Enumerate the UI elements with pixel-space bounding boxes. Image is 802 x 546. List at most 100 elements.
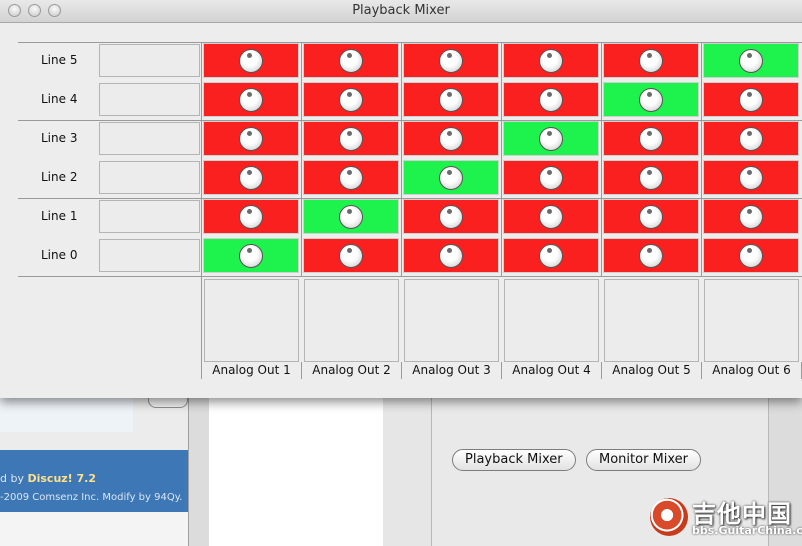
mixer-cell-toggle[interactable] bbox=[303, 121, 399, 156]
knob-icon[interactable] bbox=[439, 165, 463, 190]
mixer-cell-toggle[interactable] bbox=[403, 238, 499, 273]
mixer-cell-toggle[interactable] bbox=[603, 238, 699, 273]
output-label: Analog Out 4 bbox=[512, 363, 591, 377]
knob-icon[interactable] bbox=[539, 126, 563, 151]
knob-icon[interactable] bbox=[239, 48, 263, 73]
mixer-cell-toggle[interactable] bbox=[603, 82, 699, 117]
knob-icon[interactable] bbox=[239, 204, 263, 229]
mixer-cell-toggle[interactable] bbox=[703, 238, 799, 273]
knob-icon[interactable] bbox=[539, 243, 563, 268]
mixer-cell-toggle[interactable] bbox=[303, 43, 399, 78]
mixer-cell-toggle[interactable] bbox=[503, 160, 599, 195]
knob-icon[interactable] bbox=[539, 165, 563, 190]
row-level-box bbox=[99, 239, 200, 272]
mixer-cell-toggle[interactable] bbox=[203, 160, 299, 195]
knob-icon[interactable] bbox=[239, 243, 263, 268]
knob-icon[interactable] bbox=[239, 165, 263, 190]
output-meter-box bbox=[204, 279, 299, 362]
row-label: Line 0 bbox=[41, 248, 78, 262]
footer-brand[interactable]: Discuz! 7.2 bbox=[27, 472, 96, 485]
knob-icon[interactable] bbox=[639, 165, 663, 190]
mixer-cell-toggle[interactable] bbox=[403, 160, 499, 195]
mixer-cell-toggle[interactable] bbox=[703, 82, 799, 117]
knob-icon[interactable] bbox=[339, 204, 363, 229]
knob-icon[interactable] bbox=[439, 243, 463, 268]
mixer-cell-toggle[interactable] bbox=[603, 121, 699, 156]
row-level-box bbox=[99, 200, 200, 233]
mixer-cell-toggle[interactable] bbox=[303, 82, 399, 117]
knob-icon[interactable] bbox=[239, 87, 263, 112]
mixer-cell-toggle[interactable] bbox=[603, 199, 699, 234]
row-label: Line 4 bbox=[41, 92, 78, 106]
page-bottom bbox=[0, 512, 188, 546]
row-label: Line 2 bbox=[41, 170, 78, 184]
row-level-box bbox=[99, 161, 200, 194]
playback-mixer-window: Playback Mixer Line 5 Line 4 Line 3 Line 2 L… bbox=[0, 0, 802, 398]
knob-icon[interactable] bbox=[639, 243, 663, 268]
output-meter-box bbox=[404, 279, 499, 362]
knob-icon[interactable] bbox=[539, 48, 563, 73]
knob-icon[interactable] bbox=[439, 48, 463, 73]
knob-icon[interactable] bbox=[439, 126, 463, 151]
output-label: Analog Out 5 bbox=[612, 363, 691, 377]
row-label: Line 5 bbox=[41, 53, 78, 67]
mixer-cell-toggle[interactable] bbox=[203, 238, 299, 273]
mixer-cell-toggle[interactable] bbox=[603, 160, 699, 195]
mixer-cell-toggle[interactable] bbox=[403, 43, 499, 78]
knob-icon[interactable] bbox=[339, 126, 363, 151]
guitar-logo-icon bbox=[650, 498, 688, 536]
knob-icon[interactable] bbox=[439, 87, 463, 112]
knob-icon[interactable] bbox=[539, 204, 563, 229]
mixer-cell-toggle[interactable] bbox=[703, 160, 799, 195]
title-bar[interactable]: Playback Mixer bbox=[0, 0, 802, 23]
knob-icon[interactable] bbox=[639, 87, 663, 112]
knob-icon[interactable] bbox=[339, 87, 363, 112]
knob-icon[interactable] bbox=[439, 204, 463, 229]
row-label: Line 3 bbox=[41, 131, 78, 145]
mixer-cell-toggle[interactable] bbox=[303, 238, 399, 273]
row-level-box bbox=[99, 83, 200, 116]
knob-icon[interactable] bbox=[739, 87, 763, 112]
mixer-cell-toggle[interactable] bbox=[403, 121, 499, 156]
mixer-cell-toggle[interactable] bbox=[503, 43, 599, 78]
mixer-cell-toggle[interactable] bbox=[503, 238, 599, 273]
knob-icon[interactable] bbox=[239, 126, 263, 151]
window-title: Playback Mixer bbox=[352, 3, 450, 18]
knob-icon[interactable] bbox=[639, 48, 663, 73]
knob-icon[interactable] bbox=[639, 204, 663, 229]
mixer-cell-toggle[interactable] bbox=[603, 43, 699, 78]
knob-icon[interactable] bbox=[739, 165, 763, 190]
knob-icon[interactable] bbox=[339, 165, 363, 190]
mixer-cell-toggle[interactable] bbox=[503, 121, 599, 156]
mixer-cell-toggle[interactable] bbox=[703, 199, 799, 234]
monitor-mixer-button[interactable]: Monitor Mixer bbox=[586, 449, 702, 471]
footer-powered-line: d by Discuz! 7.2 bbox=[0, 472, 97, 485]
knob-icon[interactable] bbox=[639, 126, 663, 151]
footer-copyright: -2009 Comsenz Inc. Modify by 94Qy. bbox=[0, 492, 183, 503]
mixer-cell-toggle[interactable] bbox=[303, 160, 399, 195]
mixer-cell-toggle[interactable] bbox=[403, 82, 499, 117]
mixer-cell-toggle[interactable] bbox=[203, 82, 299, 117]
knob-icon[interactable] bbox=[739, 243, 763, 268]
knob-icon[interactable] bbox=[739, 48, 763, 73]
knob-icon[interactable] bbox=[739, 126, 763, 151]
playback-mixer-button[interactable]: Playback Mixer bbox=[452, 449, 576, 471]
grid-column-divider bbox=[201, 42, 202, 379]
knob-icon[interactable] bbox=[539, 87, 563, 112]
knob-icon[interactable] bbox=[739, 204, 763, 229]
mixer-cell-toggle[interactable] bbox=[203, 43, 299, 78]
mixer-cell-toggle[interactable] bbox=[703, 43, 799, 78]
mixer-cell-toggle[interactable] bbox=[503, 199, 599, 234]
mixer-cell-toggle[interactable] bbox=[203, 199, 299, 234]
mixer-cell-toggle[interactable] bbox=[303, 199, 399, 234]
mixer-cell-toggle[interactable] bbox=[703, 121, 799, 156]
mixer-cell-toggle[interactable] bbox=[203, 121, 299, 156]
knob-icon[interactable] bbox=[339, 48, 363, 73]
output-meter-box bbox=[604, 279, 699, 362]
forum-footer: d by Discuz! 7.2 -2009 Comsenz Inc. Modi… bbox=[0, 450, 188, 512]
knob-icon[interactable] bbox=[339, 243, 363, 268]
output-label: Analog Out 6 bbox=[712, 363, 791, 377]
mixer-cell-toggle[interactable] bbox=[403, 199, 499, 234]
output-meter-box bbox=[704, 279, 799, 362]
mixer-cell-toggle[interactable] bbox=[503, 82, 599, 117]
